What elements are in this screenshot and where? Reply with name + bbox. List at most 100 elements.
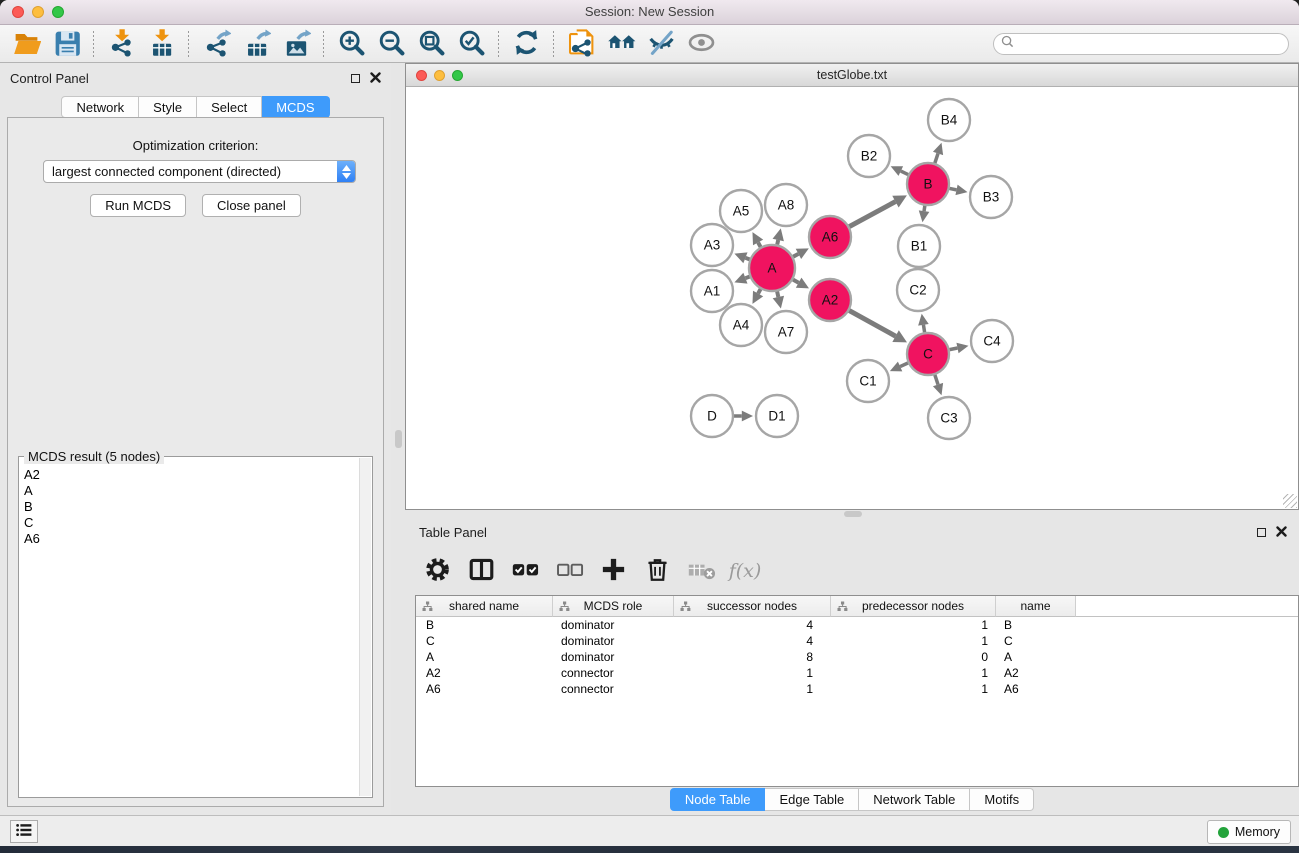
close-table-panel-icon[interactable] — [1276, 526, 1287, 538]
tab-node-table[interactable]: Node Table — [670, 788, 766, 811]
graph-edge-A-A6[interactable] — [793, 248, 809, 259]
graph-node-A7[interactable]: A7 — [765, 311, 807, 353]
tab-network-table[interactable]: Network Table — [859, 788, 970, 811]
tab-motifs[interactable]: Motifs — [970, 788, 1034, 811]
result-scrollbar[interactable] — [359, 458, 371, 796]
mcds-result-item[interactable]: A — [24, 483, 358, 499]
graph-edge-B-B4[interactable] — [933, 143, 943, 163]
graph-node-C3[interactable]: C3 — [928, 397, 970, 439]
resize-grip[interactable] — [1283, 494, 1297, 508]
table-settings-button[interactable] — [421, 554, 453, 588]
export-image-button[interactable] — [277, 27, 315, 61]
tab-style[interactable]: Style — [139, 96, 197, 118]
table-cell[interactable]: 1 — [831, 633, 996, 649]
table-row[interactable]: Bdominator41B — [416, 617, 1298, 633]
network-canvas[interactable]: AA2A6BCA1A3A4A5A7A8B1B2B3B4C1C2C3C4DD1 — [406, 87, 1298, 509]
mcds-result-item[interactable]: B — [24, 499, 358, 515]
zoom-selected-button[interactable] — [452, 27, 490, 61]
graph-edge-D-D1[interactable] — [734, 411, 753, 422]
table-row[interactable]: Adominator80A — [416, 649, 1298, 665]
close-panel-button[interactable]: Close panel — [202, 194, 301, 217]
column-header-MCDS-role[interactable]: MCDS role — [553, 596, 674, 617]
mcds-result-item[interactable]: A2 — [24, 467, 358, 483]
column-header-shared-name[interactable]: shared name — [416, 596, 553, 617]
mcds-result-item[interactable]: A6 — [24, 531, 358, 547]
table-cell[interactable]: B — [416, 617, 553, 633]
float-panel-icon[interactable] — [351, 74, 360, 83]
table-cell[interactable]: A2 — [416, 665, 553, 681]
select-all-columns-button[interactable] — [509, 554, 541, 588]
graph-edge-A-A5[interactable] — [752, 232, 763, 247]
table-row[interactable]: A6connector11A6 — [416, 681, 1298, 697]
criterion-dropdown[interactable]: largest connected component (directed) — [43, 160, 356, 183]
graph-node-A2[interactable]: A2 — [809, 279, 851, 321]
table-cell[interactable]: 8 — [674, 649, 831, 665]
column-header-successor-nodes[interactable]: successor nodes — [674, 596, 831, 617]
delete-column-button[interactable] — [641, 554, 673, 588]
graph-node-A[interactable]: A — [749, 245, 795, 291]
table-cell[interactable]: dominator — [553, 633, 674, 649]
table-cell[interactable]: A2 — [996, 665, 1076, 681]
refresh-button[interactable] — [507, 27, 545, 61]
table-cell[interactable]: B — [996, 617, 1076, 633]
graph-node-A1[interactable]: A1 — [691, 270, 733, 312]
run-mcds-button[interactable]: Run MCDS — [90, 194, 186, 217]
table-cell[interactable]: A — [996, 649, 1076, 665]
network-window-titlebar[interactable]: testGlobe.txt — [406, 64, 1298, 87]
table-cell[interactable]: A6 — [416, 681, 553, 697]
graph-node-D1[interactable]: D1 — [756, 395, 798, 437]
graph-node-A4[interactable]: A4 — [720, 304, 762, 346]
graph-node-B1[interactable]: B1 — [898, 225, 940, 267]
home-button[interactable] — [602, 27, 640, 61]
table-cell[interactable]: 1 — [674, 681, 831, 697]
float-table-panel-icon[interactable] — [1257, 528, 1266, 537]
graph-node-C1[interactable]: C1 — [847, 360, 889, 402]
table-cell[interactable]: 1 — [674, 665, 831, 681]
table-cell[interactable]: connector — [553, 681, 674, 697]
graph-node-C4[interactable]: C4 — [971, 320, 1013, 362]
graph-edge-B-B2[interactable] — [891, 166, 908, 176]
new-network-from-selection-button[interactable] — [562, 27, 600, 61]
open-file-button[interactable] — [7, 27, 45, 61]
add-column-button[interactable] — [597, 554, 629, 588]
table-cell[interactable]: C — [416, 633, 553, 649]
graph-edge-A2-C[interactable] — [849, 311, 907, 343]
graph-edge-A-A2[interactable] — [793, 278, 809, 289]
column-header-name[interactable]: name — [996, 596, 1076, 617]
graph-edge-A6-B[interactable] — [849, 195, 907, 226]
graph-node-A5[interactable]: A5 — [720, 190, 762, 232]
table-cell[interactable]: C — [996, 633, 1076, 649]
export-table-button[interactable] — [237, 27, 275, 61]
graph-node-B4[interactable]: B4 — [928, 99, 970, 141]
hide-panels-button[interactable] — [642, 27, 680, 61]
search-input[interactable] — [1018, 35, 1288, 53]
memory-button[interactable]: Memory — [1207, 820, 1291, 844]
table-cell[interactable]: 0 — [831, 649, 996, 665]
graph-node-A6[interactable]: A6 — [809, 216, 851, 258]
table-cell[interactable]: 1 — [831, 617, 996, 633]
zoom-in-button[interactable] — [332, 27, 370, 61]
tab-network[interactable]: Network — [61, 96, 139, 118]
deselect-all-columns-button[interactable] — [553, 554, 585, 588]
table-cell[interactable]: connector — [553, 665, 674, 681]
graph-node-B2[interactable]: B2 — [848, 135, 890, 177]
export-network-button[interactable] — [197, 27, 235, 61]
table-cell[interactable]: dominator — [553, 649, 674, 665]
graph-node-B[interactable]: B — [907, 163, 949, 205]
table-row[interactable]: Cdominator41C — [416, 633, 1298, 649]
save-session-button[interactable] — [47, 27, 85, 61]
graph-edge-B-B1[interactable] — [919, 206, 930, 222]
table-cell[interactable]: 4 — [674, 617, 831, 633]
table-cell[interactable]: A6 — [996, 681, 1076, 697]
search-box[interactable] — [993, 33, 1289, 55]
zoom-out-button[interactable] — [372, 27, 410, 61]
table-row[interactable]: A2connector11A2 — [416, 665, 1298, 681]
columns-button[interactable] — [465, 554, 497, 588]
graph-edge-C-C2[interactable] — [918, 314, 929, 333]
import-network-button[interactable] — [102, 27, 140, 61]
graph-edge-A-A1[interactable] — [734, 273, 749, 284]
show-panels-button[interactable] — [682, 27, 720, 61]
tab-mcds[interactable]: MCDS — [262, 96, 329, 118]
task-history-button[interactable] — [10, 820, 38, 843]
zoom-fit-button[interactable] — [412, 27, 450, 61]
